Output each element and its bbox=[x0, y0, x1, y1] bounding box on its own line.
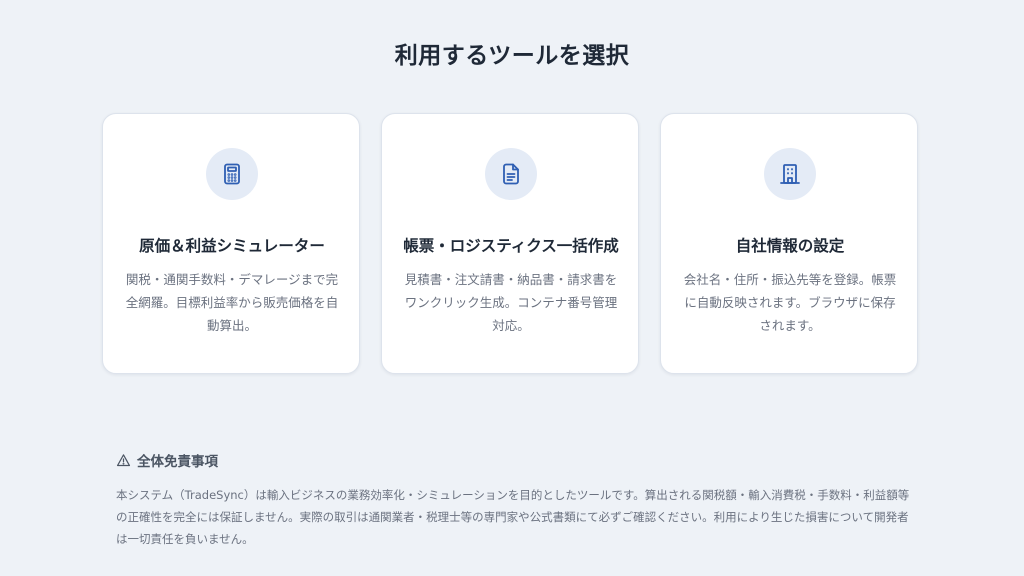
disclaimer-heading: 全体免責事項 bbox=[116, 450, 916, 470]
disclaimer-title: 全体免責事項 bbox=[137, 454, 218, 470]
card-title: 自社情報の設定 bbox=[735, 237, 845, 255]
card-icon-badge bbox=[206, 148, 258, 200]
disclaimer-section: 全体免責事項 本システム（TradeSync）は輸入ビジネスの業務効率化・シミュ… bbox=[116, 450, 916, 550]
card-description: 見積書・注文請書・納品書・請求書をワンクリック生成。コンテナ番号管理対応。 bbox=[404, 272, 618, 333]
tool-card-list: 原価＆利益シミュレーター 関税・通関手数料・デマレージまで完全網羅。目標利益率か… bbox=[102, 113, 922, 376]
card-description: 関税・通関手数料・デマレージまで完全網羅。目標利益率から販売価格を自動算出。 bbox=[125, 272, 339, 333]
document-icon bbox=[503, 163, 519, 185]
tool-card-document-generator[interactable]: 帳票・ロジスティクス一括作成 見積書・注文請書・納品書・請求書をワンクリック生成… bbox=[381, 113, 639, 374]
calculator-icon bbox=[224, 163, 240, 185]
disclaimer-text: 本システム（TradeSync）は輸入ビジネスの業務効率化・シミュレーションを目… bbox=[116, 488, 910, 546]
warning-icon bbox=[116, 453, 131, 466]
building-icon bbox=[780, 164, 800, 184]
card-title: 帳票・ロジスティクス一括作成 bbox=[403, 237, 619, 255]
tool-card-company-settings[interactable]: 自社情報の設定 会社名・住所・振込先等を登録。帳票に自動反映されます。ブラウザに… bbox=[660, 113, 918, 374]
card-description: 会社名・住所・振込先等を登録。帳票に自動反映されます。ブラウザに保存されます。 bbox=[683, 272, 897, 333]
tool-card-cost-simulator[interactable]: 原価＆利益シミュレーター 関税・通関手数料・デマレージまで完全網羅。目標利益率か… bbox=[102, 113, 360, 374]
page-title: 利用するツールを選択 bbox=[394, 43, 630, 69]
card-icon-badge bbox=[485, 148, 537, 200]
card-icon-badge bbox=[764, 148, 816, 200]
card-title: 原価＆利益シミュレーター bbox=[139, 237, 325, 255]
tool-selection-page: 利用するツールを選択 原価＆利益シミュレーター 関税・通関手数料・デマレージまで… bbox=[0, 0, 1024, 576]
